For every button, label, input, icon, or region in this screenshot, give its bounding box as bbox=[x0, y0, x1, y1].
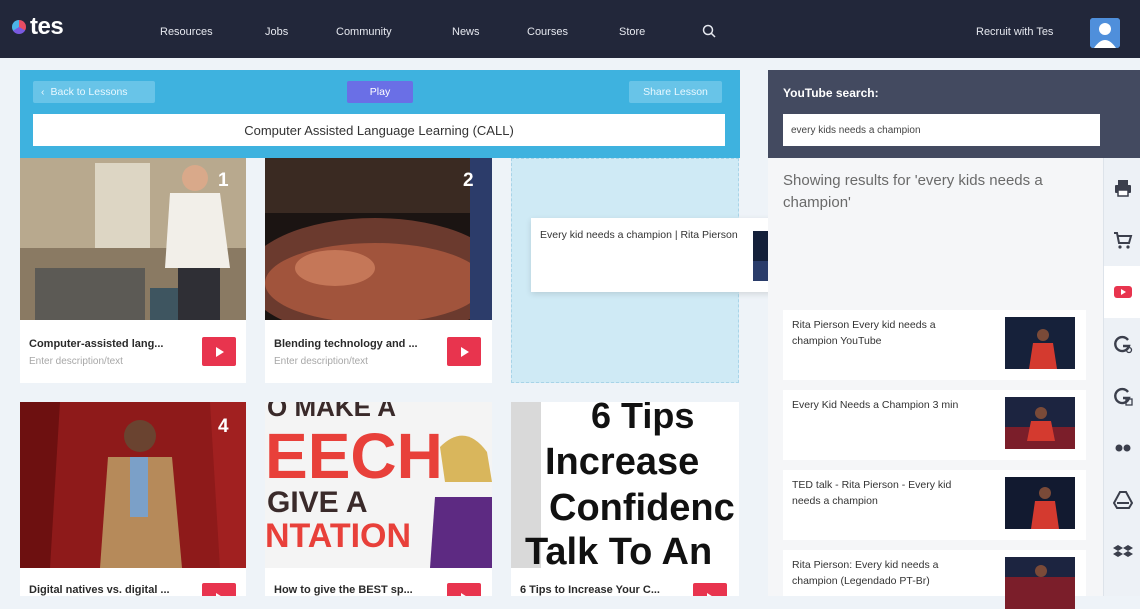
nav-community[interactable]: Community bbox=[336, 26, 392, 38]
dropbox-icon bbox=[1112, 545, 1133, 557]
thumbnail-text: O MAKE A bbox=[267, 402, 396, 422]
play-icon bbox=[707, 592, 713, 596]
card-title[interactable]: 6 Tips to Increase Your C... bbox=[520, 584, 660, 596]
result-title: Rita Pierson Every kid needs a champion … bbox=[792, 319, 936, 347]
recruit-link[interactable]: Recruit with Tes bbox=[976, 26, 1053, 38]
youtube-search-header: YouTube search: every kids needs a champ… bbox=[768, 70, 1140, 158]
cart-button[interactable] bbox=[1104, 214, 1140, 266]
youtube-search-label: YouTube search: bbox=[783, 86, 879, 100]
play-icon bbox=[461, 592, 467, 596]
youtube-play-button[interactable] bbox=[447, 583, 481, 596]
youtube-icon bbox=[1113, 286, 1132, 298]
cart-icon bbox=[1113, 232, 1132, 249]
youtube-result-item[interactable]: Every Kid Needs a Champion 3 min bbox=[783, 390, 1086, 460]
card-thumbnail-image: 6 Tips Increase Confidenc Talk To An bbox=[511, 402, 739, 568]
results-heading: Showing results for 'every kids needs a … bbox=[783, 172, 1043, 211]
card-number: 2 bbox=[463, 170, 474, 191]
play-icon bbox=[216, 346, 224, 357]
card-thumbnail-image: O MAKE A EECH GIVE A NTATION bbox=[265, 402, 492, 568]
lesson-card-2[interactable]: 2 Blending technology and ... Enter desc… bbox=[265, 158, 492, 383]
lesson-card-6[interactable]: 6 Tips Increase Confidenc Talk To An 6 T… bbox=[511, 402, 739, 596]
top-nav: tes Resources Jobs Community News Course… bbox=[0, 0, 1140, 58]
drive-tab[interactable] bbox=[1104, 474, 1140, 526]
back-to-lessons-button[interactable]: ‹ Back to Lessons bbox=[33, 81, 155, 103]
lesson-card-5[interactable]: O MAKE A EECH GIVE A NTATION How to give… bbox=[265, 402, 492, 596]
back-label: Back to Lessons bbox=[50, 86, 128, 98]
play-icon bbox=[216, 592, 222, 596]
youtube-result-item[interactable]: Rita Pierson: Every kid needs a champion… bbox=[783, 550, 1086, 609]
youtube-source-tab[interactable] bbox=[1104, 266, 1140, 318]
card-number: 1 bbox=[218, 170, 229, 191]
card-title[interactable]: How to give the BEST sp... bbox=[274, 584, 413, 596]
share-lesson-button[interactable]: Share Lesson bbox=[629, 81, 722, 103]
thumbnail-text: Confidenc bbox=[549, 487, 735, 529]
youtube-search-input[interactable]: every kids needs a champion bbox=[783, 114, 1100, 146]
google-drive-icon bbox=[1113, 387, 1133, 406]
lesson-title-field[interactable]: Computer Assisted Language Learning (CAL… bbox=[33, 114, 725, 146]
result-title: Every Kid Needs a Champion 3 min bbox=[792, 399, 959, 411]
avatar[interactable] bbox=[1090, 18, 1120, 48]
nav-courses[interactable]: Courses bbox=[527, 26, 568, 38]
thumbnail-text: GIVE A bbox=[267, 486, 368, 519]
nav-news[interactable]: News bbox=[452, 26, 480, 38]
play-icon bbox=[461, 346, 469, 357]
thumbnail-text: NTATION bbox=[265, 517, 411, 555]
youtube-play-button[interactable] bbox=[202, 337, 236, 366]
video-thumbnail-image bbox=[1005, 397, 1075, 449]
google-search-icon bbox=[1113, 335, 1132, 354]
drive-icon bbox=[1112, 491, 1133, 509]
user-avatar-icon bbox=[1090, 18, 1120, 48]
video-thumbnail-image bbox=[1005, 477, 1075, 529]
card-thumbnail-image bbox=[265, 158, 492, 320]
thumbnail-text: 6 Tips bbox=[591, 402, 694, 436]
card-number: 4 bbox=[218, 416, 229, 437]
card-description[interactable]: Enter description/text bbox=[274, 356, 368, 367]
youtube-result-item[interactable]: TED talk - Rita Pierson - Every kid need… bbox=[783, 470, 1086, 540]
youtube-play-button[interactable] bbox=[693, 583, 727, 596]
lesson-card-1[interactable]: 1 Computer-assisted lang... Enter descri… bbox=[20, 158, 246, 383]
resource-source-bar bbox=[1103, 158, 1140, 596]
thumbnail-text: EECH bbox=[265, 420, 443, 492]
card-thumbnail-image bbox=[20, 158, 246, 320]
card-title[interactable]: Blending technology and ... bbox=[274, 338, 418, 350]
youtube-search-panel: YouTube search: every kids needs a champ… bbox=[768, 70, 1140, 609]
youtube-play-button[interactable] bbox=[202, 583, 236, 596]
result-title: Rita Pierson: Every kid needs a champion… bbox=[792, 559, 939, 587]
logo-text: tes bbox=[30, 13, 64, 40]
card-title[interactable]: Digital natives vs. digital ... bbox=[29, 584, 170, 596]
logo-mark-icon bbox=[12, 20, 26, 34]
chevron-left-icon: ‹ bbox=[41, 86, 45, 98]
thumbnail-text: Increase bbox=[545, 441, 699, 483]
nav-jobs[interactable]: Jobs bbox=[265, 26, 288, 38]
card-description[interactable]: Enter description/text bbox=[29, 356, 123, 367]
dropbox-tab[interactable] bbox=[1104, 526, 1140, 578]
dragged-video-title: Every kid needs a champion | Rita Pierso… bbox=[540, 229, 738, 241]
nav-store[interactable]: Store bbox=[619, 26, 645, 38]
play-button[interactable]: Play bbox=[347, 81, 413, 103]
result-title: TED talk - Rita Pierson - Every kid need… bbox=[792, 479, 952, 507]
thumbnail-text: Talk To An bbox=[525, 531, 712, 568]
google-search-tab[interactable] bbox=[1104, 318, 1140, 370]
print-icon bbox=[1114, 180, 1131, 197]
youtube-play-button[interactable] bbox=[447, 337, 481, 366]
card-thumbnail-image bbox=[20, 402, 246, 568]
flickr-icon bbox=[1115, 444, 1130, 452]
lesson-header: ‹ Back to Lessons Play Share Lesson Comp… bbox=[20, 70, 740, 158]
nav-resources[interactable]: Resources bbox=[160, 26, 213, 38]
video-thumbnail-image bbox=[1005, 557, 1075, 609]
google-drive-tab[interactable] bbox=[1104, 370, 1140, 422]
lesson-card-4[interactable]: 4 Digital natives vs. digital ... bbox=[20, 402, 246, 596]
flickr-tab[interactable] bbox=[1104, 422, 1140, 474]
tes-logo[interactable]: tes bbox=[12, 13, 64, 41]
print-button[interactable] bbox=[1104, 162, 1140, 214]
card-title[interactable]: Computer-assisted lang... bbox=[29, 338, 163, 350]
youtube-result-item[interactable]: Rita Pierson Every kid needs a champion … bbox=[783, 310, 1086, 380]
video-thumbnail-image bbox=[1005, 317, 1075, 369]
search-icon[interactable] bbox=[702, 24, 716, 38]
